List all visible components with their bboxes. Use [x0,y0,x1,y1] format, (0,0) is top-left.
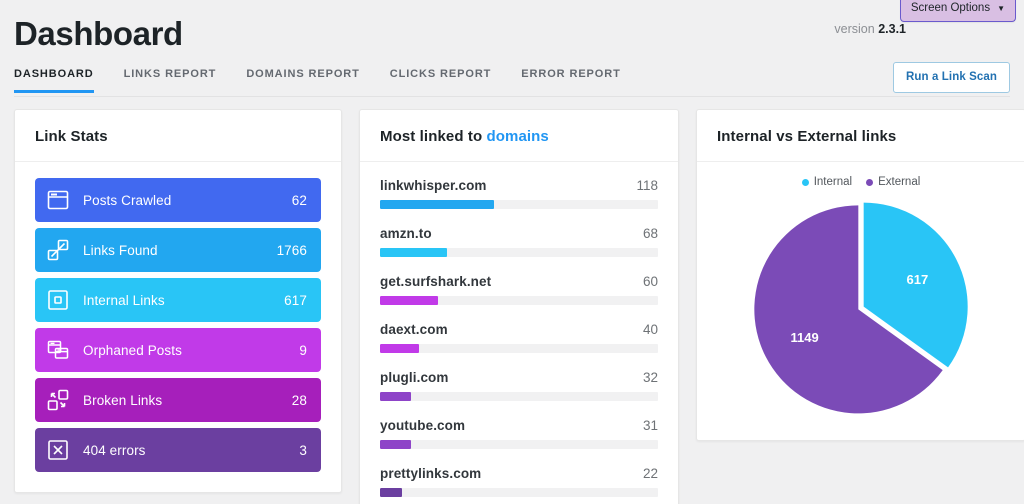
domain-bar-fill [380,440,411,449]
tab-error-report[interactable]: ERROR REPORT [521,68,620,93]
domain-name: amzn.to [380,226,432,241]
domain-count: 22 [642,466,658,481]
tabs-divider [14,96,1010,97]
report-tabs: DASHBOARD LINKS REPORT DOMAINS REPORT CL… [14,68,651,93]
pie-chart-area: Internal External 617 1149 [697,162,1024,440]
domain-bar-track [380,200,658,209]
domain-count: 118 [636,178,658,193]
domains-list: linkwhisper.com 118 amzn.to 68 get.surfs… [360,162,678,504]
domain-name: plugli.com [380,370,449,385]
stat-label: 404 errors [83,442,146,458]
version-text: version 2.3.1 [834,22,906,36]
stat-value: 9 [299,342,307,358]
domain-count: 60 [642,274,658,289]
stat-value: 617 [284,292,307,308]
stat-label: Orphaned Posts [83,342,182,358]
chevron-down-icon: ▼ [997,3,1005,13]
legend-item-internal[interactable]: Internal [801,176,853,188]
version-label: version [834,22,875,36]
domain-bar-track [380,296,658,305]
pie-chart[interactable]: 617 1149 [745,196,977,422]
list-item[interactable]: plugli.com 32 [380,370,658,401]
stat-label: Internal Links [83,292,165,308]
domain-bar-fill [380,200,494,209]
list-item[interactable]: get.surfshark.net 60 [380,274,658,305]
domain-bar-track [380,392,658,401]
domain-count: 31 [642,418,658,433]
domain-count: 32 [642,370,658,385]
domain-name: youtube.com [380,418,466,433]
screen-options-button[interactable]: Screen Options ▼ [899,0,1016,22]
stat-value: 62 [291,192,307,208]
tab-links-report[interactable]: LINKS REPORT [124,68,217,93]
stat-row-orphaned-posts[interactable]: Orphaned Posts 9 [35,328,321,372]
stat-value: 3 [299,442,307,458]
legend-label: Internal [813,176,853,188]
legend-label: External [878,176,921,188]
domains-title-link[interactable]: domains [487,128,549,145]
domain-bar-fill [380,248,447,257]
link-expand-icon [45,237,71,263]
list-item[interactable]: linkwhisper.com 118 [380,178,658,209]
domains-title-prefix: Most linked to [380,128,487,145]
domain-bar-track [380,440,658,449]
square-inset-icon [45,287,71,313]
tab-domains-report[interactable]: DOMAINS REPORT [246,68,359,93]
stat-row-404-errors[interactable]: 404 errors 3 [35,428,321,472]
internal-external-card: Internal vs External links Internal Exte… [696,109,1024,441]
tab-clicks-report[interactable]: CLICKS REPORT [390,68,492,93]
version-number: 2.3.1 [878,22,906,36]
domain-name: linkwhisper.com [380,178,487,193]
domain-bar-track [380,248,658,257]
domain-count: 40 [642,322,658,337]
domain-count: 68 [642,226,658,241]
stat-label: Posts Crawled [83,192,172,208]
domain-name: prettylinks.com [380,466,482,481]
stat-row-links-found[interactable]: Links Found 1766 [35,228,321,272]
screen-options-label: Screen Options [910,2,991,14]
list-item[interactable]: prettylinks.com 22 [380,466,658,497]
domain-bar-fill [380,488,403,497]
stat-value: 28 [291,392,307,408]
domain-name: get.surfshark.net [380,274,492,289]
domains-title: Most linked to domains [360,110,678,162]
link-stats-card: Link Stats Posts Crawled 62 Links Found … [14,109,342,493]
pie-slice-label-internal: 617 [907,272,929,287]
stat-label: Links Found [83,242,158,258]
domain-bar-fill [380,392,411,401]
list-item[interactable]: amzn.to 68 [380,226,658,257]
link-stats-title: Link Stats [15,110,341,162]
stat-row-posts-crawled[interactable]: Posts Crawled 62 [35,178,321,222]
stat-row-internal-links[interactable]: Internal Links 617 [35,278,321,322]
legend-dot-icon [866,178,874,186]
legend-item-external[interactable]: External [866,176,920,188]
domains-card: Most linked to domains linkwhisper.com 1… [359,109,679,504]
list-item[interactable]: youtube.com 31 [380,418,658,449]
pie-slice-label-external: 1149 [791,330,819,345]
stat-label: Broken Links [83,392,163,408]
stat-value: 1766 [276,242,307,258]
domain-name: daext.com [380,322,448,337]
domain-bar-fill [380,296,439,305]
link-stats-list: Posts Crawled 62 Links Found 1766 Intern… [15,162,341,492]
run-link-scan-button[interactable]: Run a Link Scan [893,62,1010,93]
domain-bar-track [380,488,658,497]
pie-legend: Internal External [801,176,920,188]
list-item[interactable]: daext.com 40 [380,322,658,353]
tab-dashboard[interactable]: DASHBOARD [14,68,94,93]
broken-link-icon [45,387,71,413]
pie-chart-title: Internal vs External links [697,110,1024,162]
domain-bar-fill [380,344,419,353]
stat-row-broken-links[interactable]: Broken Links 28 [35,378,321,422]
dashboard-cards: Link Stats Posts Crawled 62 Links Found … [14,109,1024,504]
stacked-windows-icon [45,337,71,363]
domain-bar-track [380,344,658,353]
browser-window-icon [45,187,71,213]
x-square-icon [45,437,71,463]
legend-dot-icon [801,178,809,186]
page-title: Dashboard [14,15,183,52]
